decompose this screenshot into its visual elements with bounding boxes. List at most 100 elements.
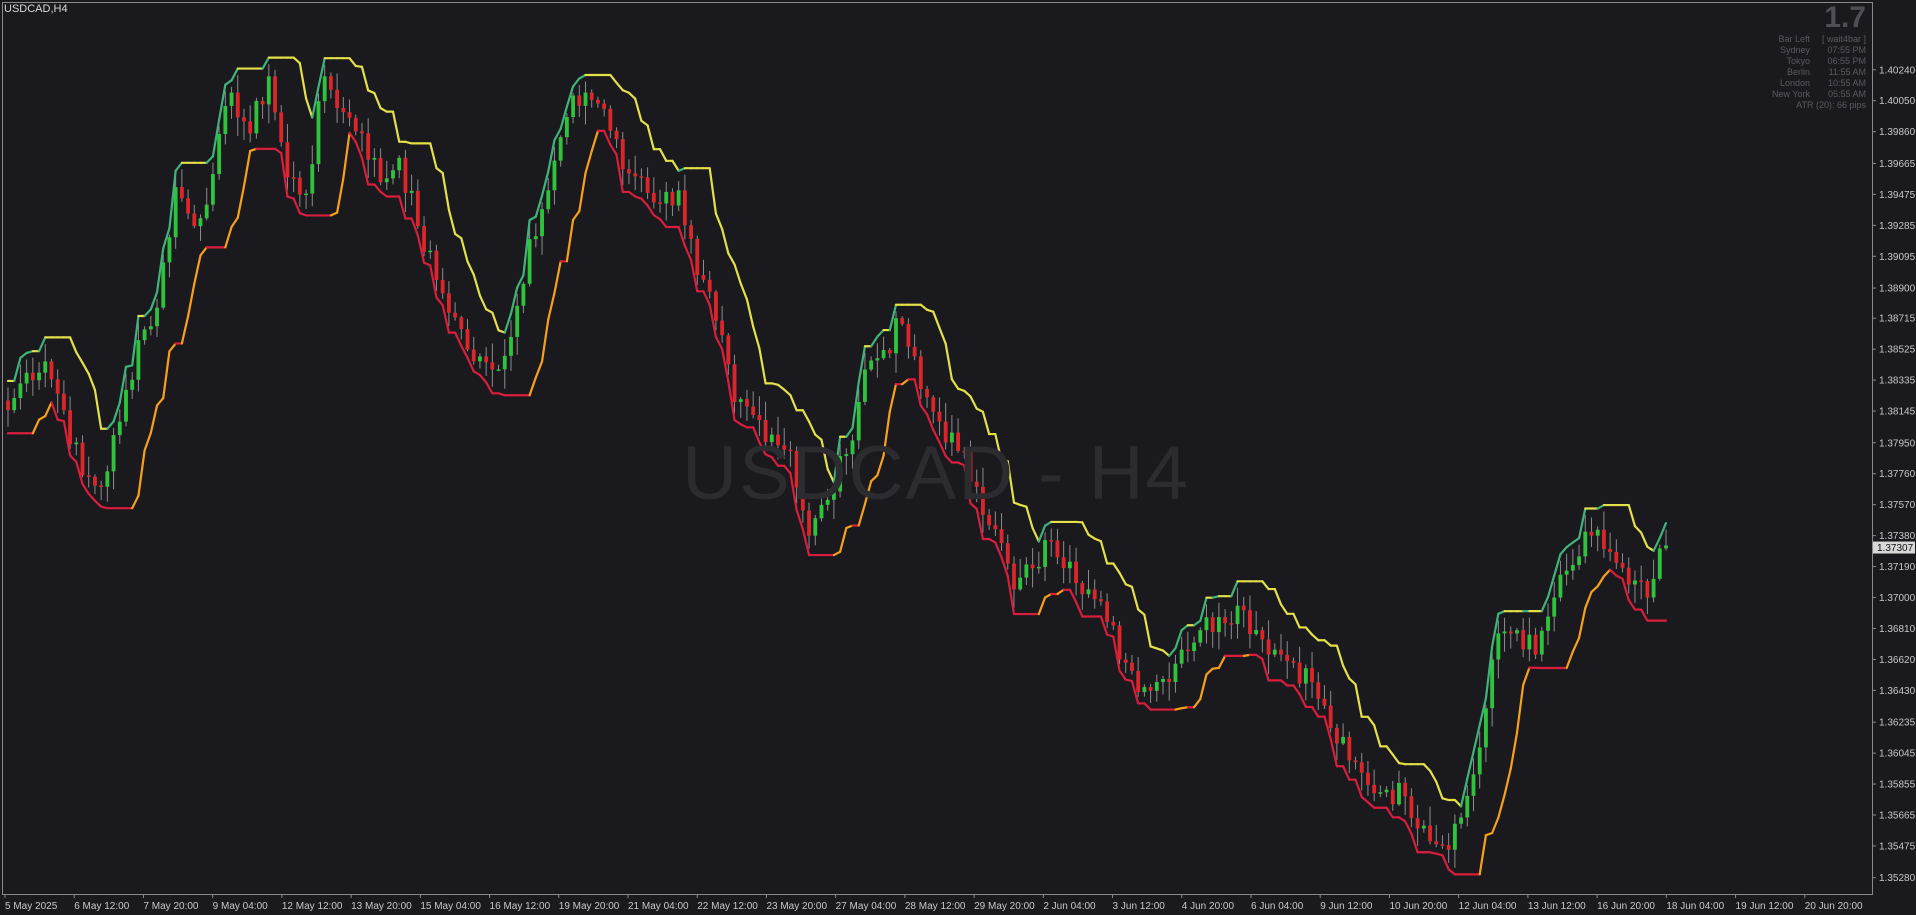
info-value: 10:55 AM bbox=[1827, 78, 1866, 88]
y-tick-label: 1.38335 bbox=[1879, 376, 1916, 387]
candle-body bbox=[1310, 668, 1314, 683]
candle-body bbox=[1639, 580, 1644, 582]
candle-body bbox=[1229, 623, 1234, 625]
candle-body bbox=[1564, 570, 1569, 575]
candle-body bbox=[93, 476, 97, 486]
candle-body bbox=[633, 173, 638, 177]
x-tick-label: 16 May 12:00 bbox=[490, 901, 551, 912]
candle-body bbox=[285, 142, 290, 178]
candle-body bbox=[1421, 825, 1426, 829]
candle-body bbox=[521, 283, 526, 306]
symbol-label: USDCAD,H4 bbox=[4, 3, 68, 15]
candle-body bbox=[130, 379, 135, 390]
candle-body bbox=[266, 76, 271, 105]
y-tick-label: 1.36430 bbox=[1879, 686, 1916, 697]
candle-body bbox=[881, 349, 886, 359]
candle-body bbox=[533, 236, 538, 240]
y-tick-label: 1.39860 bbox=[1879, 127, 1916, 138]
candle-body bbox=[372, 157, 377, 160]
y-tick-label: 1.35665 bbox=[1879, 810, 1916, 821]
y-tick-label: 1.39475 bbox=[1879, 190, 1916, 201]
candle-body bbox=[260, 100, 265, 105]
candle-body bbox=[86, 475, 91, 477]
candle-body bbox=[12, 398, 17, 411]
candle-body bbox=[366, 133, 371, 160]
candle-body bbox=[80, 442, 85, 476]
candle-body bbox=[1409, 796, 1414, 819]
candle-body bbox=[328, 76, 333, 90]
info-row-new-york: New York 05:55 AM bbox=[1750, 89, 1866, 100]
info-value: [ wait4bar ] bbox=[1821, 34, 1866, 44]
candle-body bbox=[242, 117, 246, 122]
candle-body bbox=[1248, 610, 1252, 635]
candle-body bbox=[1024, 564, 1029, 578]
candle-body bbox=[136, 340, 141, 380]
candle-body bbox=[1608, 548, 1613, 552]
x-tick-label: 21 May 04:00 bbox=[628, 901, 689, 912]
candle-body bbox=[496, 369, 501, 371]
candle-body bbox=[931, 397, 936, 412]
candle-body bbox=[502, 355, 507, 370]
candle-body bbox=[434, 250, 439, 280]
candle-body bbox=[949, 432, 954, 443]
candle-body bbox=[937, 411, 942, 422]
candle-body bbox=[1179, 649, 1184, 664]
candle-body bbox=[1198, 630, 1203, 643]
candle-body bbox=[49, 361, 54, 380]
y-tick-label: 1.36810 bbox=[1879, 624, 1916, 635]
info-key: Tokyo bbox=[1786, 56, 1810, 66]
candle-body bbox=[1508, 631, 1513, 634]
candle-body bbox=[682, 190, 687, 226]
price-chart[interactable]: 1.40240 1.40050 1.39860 1.39665 1.39475 1.392… bbox=[0, 0, 1916, 915]
candle-body bbox=[378, 157, 383, 183]
candle-body bbox=[316, 101, 321, 165]
candle-body bbox=[478, 356, 482, 362]
candle-body bbox=[1546, 616, 1550, 631]
candle-body bbox=[273, 76, 277, 113]
candle-body bbox=[68, 410, 73, 445]
candle-body bbox=[1148, 687, 1153, 691]
candle-body bbox=[1459, 817, 1464, 824]
info-value: 07:55 PM bbox=[1827, 45, 1866, 55]
candle-body bbox=[1192, 642, 1196, 652]
candle-body bbox=[1521, 630, 1526, 650]
x-tick-label: 29 May 20:00 bbox=[974, 901, 1035, 912]
x-tick-label: 27 May 04:00 bbox=[836, 901, 897, 912]
candle-body bbox=[571, 95, 576, 118]
candle-body bbox=[99, 485, 104, 488]
candle-body bbox=[353, 117, 358, 132]
candle-body bbox=[1142, 687, 1147, 693]
candle-body bbox=[1483, 708, 1488, 748]
candle-body bbox=[1043, 540, 1047, 567]
y-tick-label: 1.35475 bbox=[1879, 841, 1916, 852]
candle-body bbox=[1328, 705, 1333, 728]
candle-body bbox=[1136, 671, 1141, 693]
candle-body bbox=[1570, 564, 1575, 571]
candle-body bbox=[1664, 545, 1668, 549]
candle-body bbox=[1440, 844, 1445, 846]
candle-body bbox=[794, 450, 799, 488]
y-tick-label: 1.36235 bbox=[1879, 718, 1916, 729]
candle-body bbox=[24, 372, 29, 384]
candle-body bbox=[515, 305, 520, 337]
candle-body bbox=[564, 117, 569, 138]
candle-body bbox=[670, 191, 675, 206]
candle-body bbox=[1341, 736, 1346, 744]
candle-body bbox=[844, 454, 849, 457]
candle-body bbox=[384, 178, 389, 183]
candle-body bbox=[248, 121, 253, 134]
candle-body bbox=[291, 177, 296, 179]
x-tick-label: 12 Jun 04:00 bbox=[1459, 901, 1517, 912]
candle-body bbox=[738, 399, 743, 403]
y-tick-label: 1.39285 bbox=[1879, 221, 1916, 232]
candle-body bbox=[589, 92, 594, 100]
candle-body bbox=[1502, 631, 1507, 634]
candle-body bbox=[583, 92, 588, 106]
candle-body bbox=[409, 190, 414, 193]
candle-body bbox=[1589, 531, 1594, 536]
info-big-value: 1.7 bbox=[1824, 1, 1866, 34]
x-tick-label: 6 May 12:00 bbox=[74, 901, 129, 912]
candle-body bbox=[1651, 578, 1656, 598]
candle-body bbox=[1415, 818, 1420, 829]
y-tick-label: 1.38525 bbox=[1879, 345, 1916, 356]
